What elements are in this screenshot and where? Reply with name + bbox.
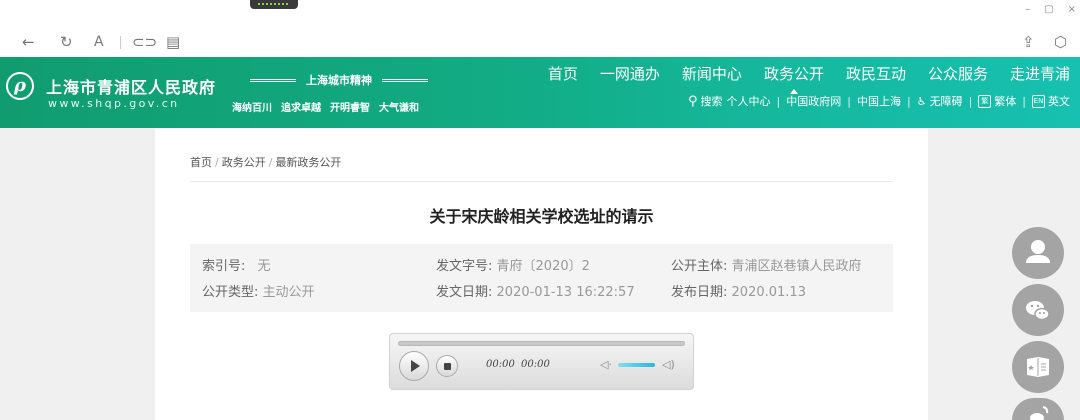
audio-player: 00:00 00:00 ◁· ◁) [389, 333, 694, 390]
gov-cn-link[interactable]: 中国政府网 [786, 93, 841, 109]
wechat-float-button[interactable] [1012, 284, 1064, 336]
shanghai-link[interactable]: 中国上海 [857, 93, 901, 109]
traditional-icon[interactable]: 繁 [978, 94, 992, 108]
nav-item-gov-affairs[interactable]: 政务公开 [764, 63, 824, 94]
site-title[interactable]: 上海市青浦区人民政府 [46, 74, 216, 98]
site-url: www.shqp.gov.cn [48, 97, 180, 110]
article-meta-box: 索引号: 无 发文字号: 青府〔2020〕2 公开主体: 青浦区赵巷镇人民政府 … [190, 244, 893, 312]
user-float-button[interactable] [1012, 227, 1064, 279]
nav-item-about-qingpu[interactable]: 走进青浦 [1010, 63, 1070, 84]
duration: 00:00 [521, 359, 550, 370]
play-button[interactable] [399, 351, 429, 381]
separator: | [968, 94, 973, 108]
meta-subject-value: 青浦区赵巷镇人民政府 [731, 259, 862, 274]
minimize-button[interactable]: – [1025, 4, 1030, 15]
meta-subject: 公开主体: 青浦区赵巷镇人民政府 [671, 255, 862, 274]
meta-doc-no-label: 发文字号: [436, 259, 493, 274]
search-link[interactable]: 搜索 [701, 93, 723, 109]
meta-type: 公开类型: 主动公开 [202, 281, 315, 300]
meta-index-value: 无 [257, 259, 271, 274]
volume-low-icon[interactable]: ◁· [600, 358, 612, 371]
weibo-icon [1030, 406, 1049, 420]
breadcrumb-home[interactable]: 首页 [190, 156, 212, 169]
accessibility-link[interactable]: 无障碍 [930, 93, 963, 109]
logo-emblem-icon[interactable]: ρ [6, 72, 34, 100]
city-spirit-item: 海纳百川 [232, 103, 272, 114]
title-line-right [382, 78, 428, 82]
search-icon[interactable]: ⚲ [688, 94, 698, 109]
breadcrumb-latest[interactable]: 最新政务公开 [275, 156, 341, 169]
user-icon [1026, 240, 1050, 263]
weibo-float-button[interactable] [1012, 398, 1064, 420]
separator: | [776, 94, 781, 108]
meta-index-label: 索引号: [202, 259, 246, 274]
close-button[interactable]: × [1068, 4, 1076, 15]
meta-doc-no-value: 青府〔2020〕2 [496, 259, 590, 274]
nav-item-public-service[interactable]: 公众服务 [928, 63, 988, 84]
back-arrow-icon[interactable]: ← [22, 32, 35, 52]
meta-index: 索引号: 无 [202, 255, 271, 274]
meta-date-value: 2020-01-13 16:22:57 [496, 285, 635, 300]
share-icon[interactable]: ⇪ [1022, 32, 1035, 52]
nav-item-news[interactable]: 新闻中心 [682, 63, 742, 84]
nav-item-one-net[interactable]: 一网通办 [600, 63, 660, 84]
city-spirit-item: 开明睿智 [330, 103, 370, 114]
book-icon [1027, 357, 1049, 377]
separator: | [847, 94, 851, 108]
tab-view-icon[interactable]: ▤ [166, 32, 180, 52]
meta-publish-label: 发布日期: [671, 285, 728, 300]
separator: | [1022, 94, 1026, 108]
audio-progress-track[interactable] [398, 341, 685, 346]
content-panel: 首页 / 政务公开 / 最新政务公开 关于宋庆龄相关学校选址的请示 索引号: 无 发文字… [155, 128, 928, 420]
toolbar-divider [120, 36, 121, 49]
reader-mode-button[interactable]: A [94, 32, 104, 52]
browser-toolbar: ← ↻ A ⊂⊃ ▤ ⇪ ⬡ [0, 28, 1080, 57]
personal-center-link[interactable]: 个人中心 [727, 93, 771, 109]
city-spirit-items: 海纳百川 追求卓越 开明睿智 大气谦和 [232, 99, 419, 114]
utility-nav: ⚲ 搜索 个人中心 | 中国政府网 | 中国上海 | ♿ 无障碍 | 繁 繁体 … [688, 93, 1070, 109]
site-header: ρ 上海市青浦区人民政府 www.shqp.gov.cn 上海城市精神 海纳百川… [0, 57, 1080, 128]
city-spirit-item: 大气谦和 [379, 103, 419, 114]
breadcrumb-separator: / [215, 156, 219, 169]
breadcrumb: 首页 / 政务公开 / 最新政务公开 [190, 154, 341, 170]
nav-item-home[interactable]: 首页 [548, 63, 578, 84]
volume-high-icon[interactable]: ◁) [662, 358, 675, 371]
link-icon[interactable]: ⊂⊃ [132, 32, 157, 52]
breadcrumb-divider [190, 181, 893, 182]
browser-titlebar: – ▢ × [0, 0, 1080, 28]
guide-float-button[interactable] [1012, 341, 1064, 393]
meta-type-value: 主动公开 [262, 285, 315, 300]
volume-slider[interactable] [618, 363, 655, 367]
wheelchair-icon[interactable]: ♿ [917, 95, 927, 108]
city-spirit-title: 上海城市精神 [250, 72, 428, 88]
title-line-left [250, 78, 296, 82]
wechat-icon [1026, 301, 1050, 321]
main-nav: 首页 一网通办 新闻中心 政务公开 政民互动 公众服务 走进青浦 [548, 63, 1070, 94]
separator: | [906, 94, 911, 108]
audio-indicator [250, 0, 298, 9]
breadcrumb-gov-affairs[interactable]: 政务公开 [222, 156, 266, 169]
meta-doc-no: 发文字号: 青府〔2020〕2 [436, 255, 590, 274]
traditional-link[interactable]: 繁体 [994, 93, 1016, 109]
meta-date: 发文日期: 2020-01-13 16:22:57 [436, 281, 635, 300]
breadcrumb-separator: / [268, 156, 273, 169]
meta-publish-value: 2020.01.13 [731, 285, 806, 300]
meta-date-label: 发文日期: [436, 285, 493, 300]
city-spirit-item: 追求卓越 [281, 103, 321, 114]
meta-subject-label: 公开主体: [671, 259, 728, 274]
nav-item-interaction[interactable]: 政民互动 [846, 63, 906, 84]
stop-button[interactable] [436, 355, 458, 377]
meta-publish: 发布日期: 2020.01.13 [671, 281, 806, 300]
refresh-icon[interactable]: ↻ [60, 32, 73, 52]
extension-icon[interactable]: ⬡ [1054, 32, 1067, 52]
city-spirit-label: 上海城市精神 [306, 74, 372, 87]
meta-type-label: 公开类型: [202, 285, 259, 300]
english-link[interactable]: 英文 [1048, 93, 1070, 109]
english-icon[interactable]: EN [1032, 94, 1045, 108]
restore-button[interactable]: ▢ [1044, 4, 1053, 15]
window-controls: – ▢ × [1025, 4, 1076, 15]
current-time: 00:00 [486, 359, 515, 370]
article-title: 关于宋庆龄相关学校选址的请示 [429, 207, 654, 226]
